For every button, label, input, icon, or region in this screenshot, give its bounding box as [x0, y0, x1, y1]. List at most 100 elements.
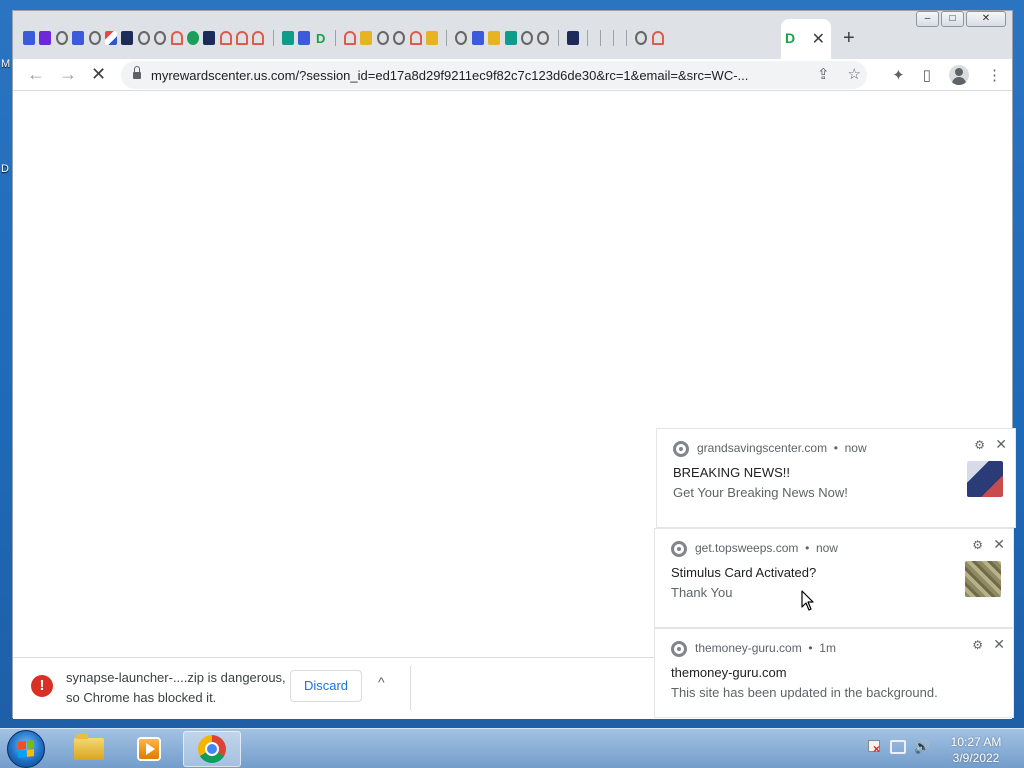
chevron-up-icon[interactable]: ^: [378, 674, 385, 690]
taskbar-explorer-button[interactable]: [60, 731, 118, 767]
tab-favicon[interactable]: [504, 31, 517, 45]
forward-button[interactable]: →: [59, 64, 77, 85]
active-tab-favicon: D: [785, 30, 796, 46]
minimize-button[interactable]: –: [916, 11, 939, 27]
discard-button[interactable]: Discard: [290, 670, 362, 702]
tab-favicon[interactable]: [170, 31, 183, 45]
tab-favicon[interactable]: [635, 31, 648, 45]
profile-avatar-icon[interactable]: [949, 65, 969, 85]
network-icon[interactable]: [890, 740, 906, 754]
tab-separator: [587, 30, 589, 46]
lock-icon[interactable]: [133, 66, 141, 80]
share-icon[interactable]: ⇪: [817, 65, 830, 83]
download-warning-line1: synapse-launcher-....zip is dangerous,: [66, 670, 286, 685]
tab-separator: [613, 30, 615, 46]
tab-favicon[interactable]: [455, 31, 468, 45]
tab-favicon[interactable]: [55, 31, 68, 45]
media-player-icon: [137, 737, 161, 761]
address-bar[interactable]: myrewardscenter.us.com/?session_id=ed17a…: [121, 61, 867, 89]
download-warning-line2: so Chrome has blocked it.: [66, 690, 217, 705]
notification-themoney-guru[interactable]: themoney-guru.com • 1m ⚙ ✕ themoney-guru…: [654, 628, 1014, 718]
taskbar: 🔊 10:27 AM 3/9/2022: [0, 728, 1024, 768]
tab-favicon[interactable]: [651, 31, 664, 45]
maximize-button[interactable]: □: [941, 11, 964, 27]
tab-favicon-d[interactable]: D: [315, 31, 327, 46]
gear-icon[interactable]: ⚙: [972, 638, 983, 652]
close-icon[interactable]: ✕: [993, 636, 1005, 653]
tab-separator: [272, 30, 274, 46]
tab-favicon[interactable]: [252, 31, 265, 45]
tab-separator: [626, 30, 628, 46]
tab-favicon[interactable]: [219, 31, 232, 45]
tab-favicon[interactable]: [566, 31, 579, 45]
notification-title: themoney-guru.com: [671, 665, 787, 680]
tab-favicon[interactable]: [425, 31, 438, 45]
tab-favicon[interactable]: [360, 31, 373, 45]
clock-date: 3/9/2022: [952, 751, 1000, 765]
tab-favicon[interactable]: [104, 31, 117, 45]
tab-favicon[interactable]: [39, 31, 52, 45]
extensions-icon[interactable]: ✦: [892, 66, 905, 84]
tab-favicon[interactable]: [344, 31, 357, 45]
close-tab-icon[interactable]: ✕: [812, 29, 825, 49]
notification-body: This site has been updated in the backgr…: [671, 685, 938, 700]
window-controls: – □ ✕: [916, 11, 1006, 27]
tab-favicon[interactable]: [298, 31, 311, 45]
tab-favicon[interactable]: [88, 31, 101, 45]
taskbar-chrome-button[interactable]: [183, 731, 241, 767]
taskbar-media-player-button[interactable]: [120, 731, 178, 767]
notification-grandsavingscenter[interactable]: grandsavingscenter.com • now ⚙ ✕ BREAKIN…: [656, 428, 1016, 528]
tab-favicon[interactable]: [488, 31, 501, 45]
notification-body: Thank You: [671, 585, 733, 600]
gear-icon[interactable]: ⚙: [972, 538, 983, 552]
close-icon[interactable]: ✕: [993, 536, 1005, 553]
tab-separator: [600, 30, 602, 46]
tab-favicon[interactable]: [121, 31, 134, 45]
tab-favicon[interactable]: [154, 31, 167, 45]
close-window-button[interactable]: ✕: [966, 11, 1006, 27]
folder-icon: [74, 734, 104, 760]
notification-source: grandsavingscenter.com • now: [697, 441, 867, 455]
tab-favicon[interactable]: [23, 31, 35, 45]
close-icon[interactable]: ✕: [995, 436, 1007, 453]
browser-toolbar: ← → ✕ myrewardscenter.us.com/?session_id…: [13, 59, 1012, 91]
stop-loading-button[interactable]: ✕: [91, 64, 106, 85]
tab-favicon[interactable]: [520, 31, 533, 45]
pinned-tab-favicons: D: [23, 27, 668, 49]
tab-favicon[interactable]: [393, 31, 406, 45]
tab-separator: [446, 30, 448, 46]
tab-favicon[interactable]: [281, 31, 294, 45]
system-tray: 🔊: [866, 739, 930, 756]
news-thumbnail-image: [967, 461, 1003, 497]
tab-strip: D D ✕ + – □ ✕: [13, 11, 1012, 59]
chrome-icon: [673, 441, 689, 457]
action-center-flag-icon[interactable]: [866, 739, 882, 756]
danger-warning-icon: !: [31, 675, 53, 697]
download-warning-text: synapse-launcher-....zip is dangerous, s…: [66, 668, 288, 708]
back-button[interactable]: ←: [27, 64, 45, 85]
gear-icon[interactable]: ⚙: [974, 438, 985, 452]
tab-favicon[interactable]: [537, 31, 550, 45]
desktop-icon-label-m: M: [1, 58, 11, 70]
tab-favicon[interactable]: [236, 31, 249, 45]
notification-body: Get Your Breaking News Now!: [673, 485, 848, 500]
tab-favicon[interactable]: [137, 31, 150, 45]
kebab-menu-icon[interactable]: ⋮: [987, 66, 1002, 84]
tab-favicon[interactable]: [72, 31, 85, 45]
system-clock[interactable]: 10:27 AM 3/9/2022: [946, 734, 1006, 766]
bookmark-star-icon[interactable]: ☆: [848, 65, 861, 83]
active-tab[interactable]: D ✕: [781, 19, 831, 59]
clock-time: 10:27 AM: [950, 735, 1002, 749]
tab-favicon[interactable]: [186, 31, 199, 45]
start-button[interactable]: [7, 730, 45, 768]
tab-favicon[interactable]: [203, 31, 216, 45]
tab-favicon[interactable]: [409, 31, 422, 45]
tab-favicon[interactable]: [376, 31, 389, 45]
chrome-icon: [671, 641, 687, 657]
side-panel-icon[interactable]: ▯: [923, 66, 931, 84]
notification-topsweeps[interactable]: get.topsweeps.com • now ⚙ ✕ Stimulus Car…: [654, 528, 1014, 628]
volume-icon[interactable]: 🔊: [914, 739, 930, 755]
url-text[interactable]: myrewardscenter.us.com/?session_id=ed17a…: [151, 68, 791, 83]
tab-favicon[interactable]: [471, 31, 484, 45]
new-tab-button[interactable]: +: [843, 27, 855, 50]
